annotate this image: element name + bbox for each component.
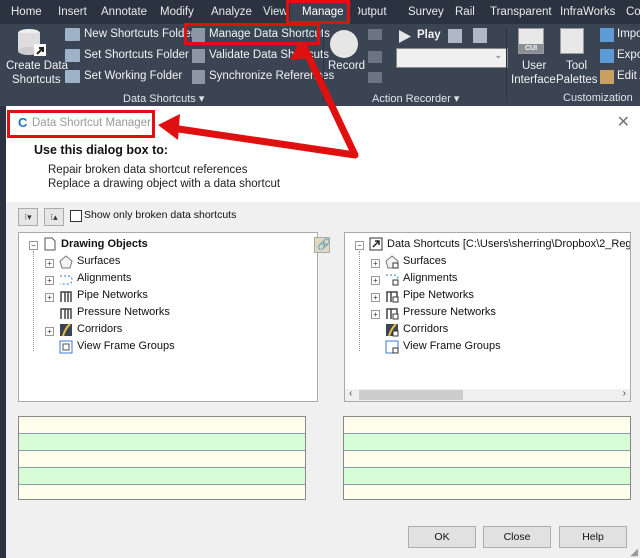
annotation-arrowhead-left — [158, 114, 180, 140]
annotation-arrow-line — [171, 43, 359, 159]
annotation-arrows — [158, 40, 359, 159]
